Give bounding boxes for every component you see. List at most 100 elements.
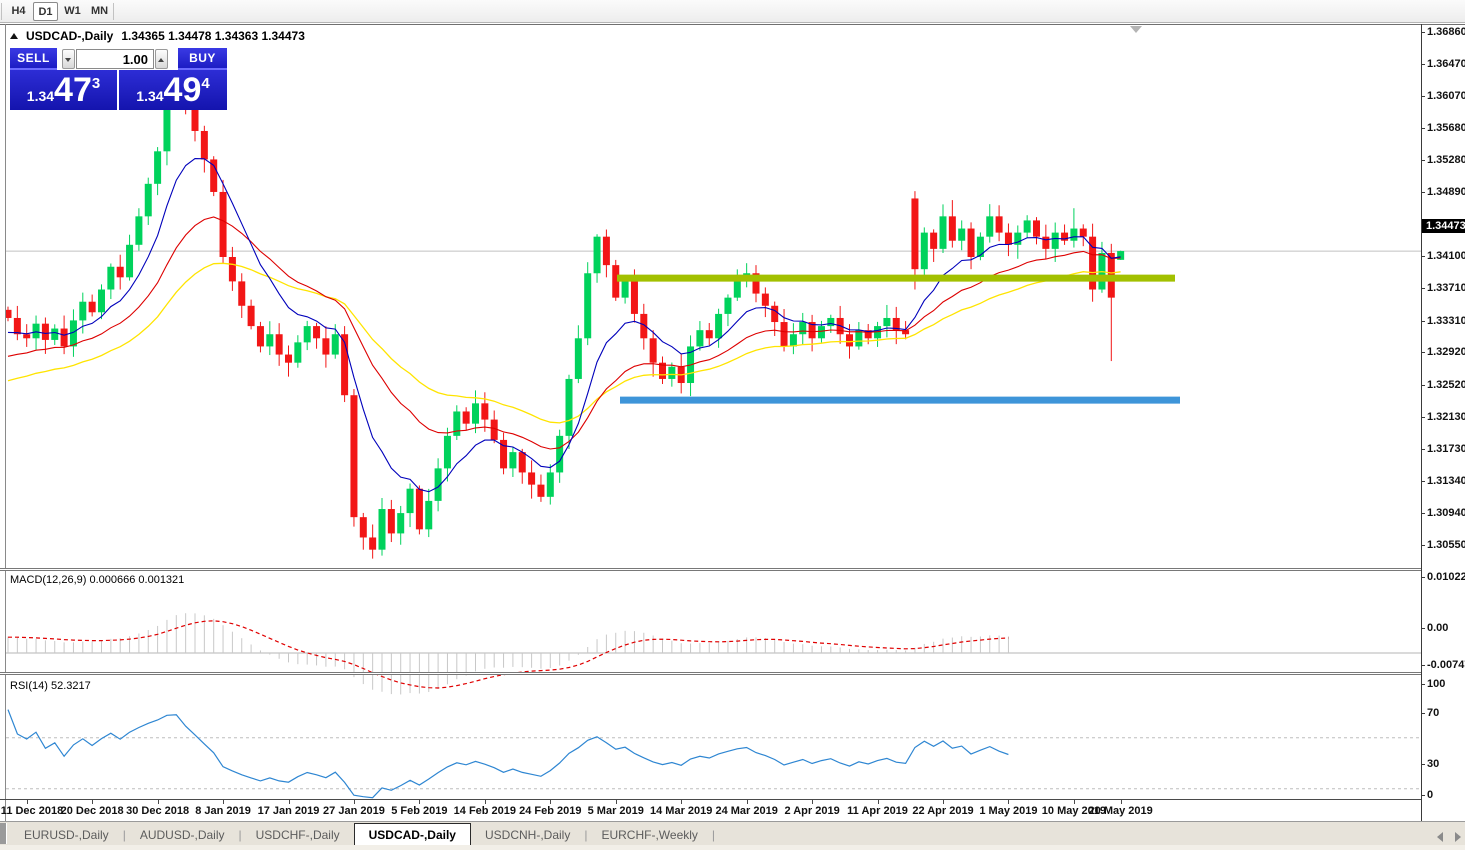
buy-price-button[interactable]: 1.34 49 4 xyxy=(119,70,227,110)
price-axis-label: 1.30940 xyxy=(1427,507,1465,519)
rsi-axis-tick xyxy=(1421,684,1425,685)
price-axis-label: 1.36860 xyxy=(1427,26,1465,38)
date-axis-label: 27 Jan 2019 xyxy=(323,805,385,817)
date-axis-label: 30 Dec 2018 xyxy=(126,805,189,817)
one-click-trading-panel: SELL BUY 1.34 47 3 1.34 49 4 xyxy=(10,48,227,110)
buy-price-main: 49 xyxy=(164,72,202,108)
trading-platform-window: H4D1W1MN USDCAD-,Daily 1.34365 1.34478 1… xyxy=(0,0,1465,850)
date-axis-label: 24 Feb 2019 xyxy=(519,805,581,817)
volume-input[interactable] xyxy=(76,49,154,69)
symbol-tab[interactable]: USDCHF-,Daily xyxy=(242,824,354,846)
chart-ohlc-values: 1.34365 1.34478 1.34363 1.34473 xyxy=(121,29,305,43)
symbol-tab[interactable]: EURCHF-,Weekly xyxy=(587,824,711,846)
price-axis-tick xyxy=(1421,64,1425,65)
sell-button[interactable]: SELL xyxy=(10,48,57,70)
price-axis-label: 1.34890 xyxy=(1427,186,1465,198)
price-axis-tick xyxy=(1421,481,1425,482)
date-axis-tick xyxy=(289,800,290,804)
price-axis-tick xyxy=(1421,160,1425,161)
date-axis-line xyxy=(0,799,1421,800)
price-axis-tick xyxy=(1421,288,1425,289)
rsi-pane-divider[interactable] xyxy=(0,672,1421,675)
symbol-tab-active[interactable]: USDCAD-,Daily xyxy=(354,823,471,845)
chevron-up-icon xyxy=(158,58,164,62)
sell-price-main: 47 xyxy=(54,72,92,108)
timeframe-button-W1[interactable]: W1 xyxy=(60,2,85,21)
date-axis-tick xyxy=(223,800,224,804)
price-axis-tick xyxy=(1421,513,1425,514)
date-axis-label: 24 Mar 2019 xyxy=(715,805,777,817)
price-axis-label: 1.33710 xyxy=(1427,282,1465,294)
tab-scroll-left-icon[interactable] xyxy=(1437,832,1443,842)
date-axis-label: 2 Apr 2019 xyxy=(784,805,839,817)
rsi-axis-tick xyxy=(1421,764,1425,765)
price-axis-tick xyxy=(1421,96,1425,97)
rsi-axis-tick xyxy=(1421,713,1425,714)
date-axis-tick xyxy=(27,800,28,804)
pane-left-border xyxy=(5,24,6,821)
date-axis-label: 5 Mar 2019 xyxy=(588,805,644,817)
date-axis-tick xyxy=(616,800,617,804)
date-axis-label: 8 Jan 2019 xyxy=(195,805,251,817)
macd-axis-tick xyxy=(1421,577,1425,578)
date-axis-tick xyxy=(747,800,748,804)
chart-window[interactable] xyxy=(0,24,1465,850)
price-axis-label: 1.36070 xyxy=(1427,90,1465,102)
rsi-axis-label: 30 xyxy=(1427,758,1439,770)
tab-scroll-nub[interactable] xyxy=(0,823,7,844)
macd-axis-label: -0.007477 xyxy=(1427,659,1465,671)
macd-pane-divider[interactable] xyxy=(0,568,1421,571)
date-axis-label: 20 May 2019 xyxy=(1089,805,1153,817)
price-axis-tick xyxy=(1421,256,1425,257)
price-axis-label: 1.32130 xyxy=(1427,411,1465,423)
rsi-indicator-label: RSI(14) 52.3217 xyxy=(10,680,91,692)
price-axis-tick xyxy=(1421,192,1425,193)
trade-panel-toggle-icon[interactable] xyxy=(10,33,18,39)
price-axis-tick xyxy=(1421,321,1425,322)
price-axis-label: 1.30550 xyxy=(1427,539,1465,551)
rsi-axis-label: 100 xyxy=(1427,678,1445,690)
price-axis-border xyxy=(1421,24,1422,821)
price-axis-tick xyxy=(1421,32,1425,33)
date-axis-label: 20 Dec 2018 xyxy=(61,805,124,817)
sell-price-button[interactable]: 1.34 47 3 xyxy=(10,70,117,110)
date-axis-label: 17 Jan 2019 xyxy=(258,805,320,817)
price-axis-label: 1.34100 xyxy=(1427,250,1465,262)
rsi-axis-label: 0 xyxy=(1427,789,1433,801)
price-axis-label: 1.35280 xyxy=(1427,154,1465,166)
symbol-tab[interactable]: EURUSD-,Daily xyxy=(10,824,123,846)
date-axis-tick xyxy=(1121,800,1122,804)
timeframe-button-D1[interactable]: D1 xyxy=(33,2,58,21)
price-axis-label: 1.33310 xyxy=(1427,315,1465,327)
chart-canvas[interactable] xyxy=(0,25,1465,850)
tab-scroll-right-icon[interactable] xyxy=(1455,832,1461,842)
volume-increase-button[interactable] xyxy=(155,49,168,69)
chevron-down-icon xyxy=(65,58,71,62)
date-axis-label: 11 Dec 2018 xyxy=(1,805,63,817)
toolbar-separator xyxy=(113,3,114,20)
price-axis-tick xyxy=(1421,449,1425,450)
date-axis-tick xyxy=(812,800,813,804)
date-axis-tick xyxy=(485,800,486,804)
date-axis-tick xyxy=(354,800,355,804)
price-axis-label: 1.36470 xyxy=(1427,58,1465,70)
buy-price-pip: 4 xyxy=(201,75,209,92)
macd-axis-label: 0.010229 xyxy=(1427,571,1465,583)
macd-axis-label: 0.00 xyxy=(1427,622,1448,634)
date-axis-tick xyxy=(158,800,159,804)
timeframe-button-H4[interactable]: H4 xyxy=(6,2,31,21)
symbol-tab[interactable]: AUDUSD-,Daily xyxy=(126,824,239,846)
chart-shift-marker-icon[interactable] xyxy=(1130,26,1142,33)
timeframe-button-MN[interactable]: MN xyxy=(87,2,112,21)
date-axis-tick xyxy=(550,800,551,804)
volume-decrease-button[interactable] xyxy=(62,49,75,69)
buy-button[interactable]: BUY xyxy=(178,48,227,70)
symbol-tab[interactable]: USDCNH-,Daily xyxy=(471,824,584,846)
date-axis-tick xyxy=(1074,800,1075,804)
sell-price-pip: 3 xyxy=(92,75,100,92)
price-axis-tick xyxy=(1421,128,1425,129)
date-axis-label: 1 May 2019 xyxy=(979,805,1037,817)
price-axis-label: 1.35680 xyxy=(1427,122,1465,134)
timeframe-toolbar: H4D1W1MN xyxy=(0,0,1465,23)
date-axis-tick xyxy=(943,800,944,804)
